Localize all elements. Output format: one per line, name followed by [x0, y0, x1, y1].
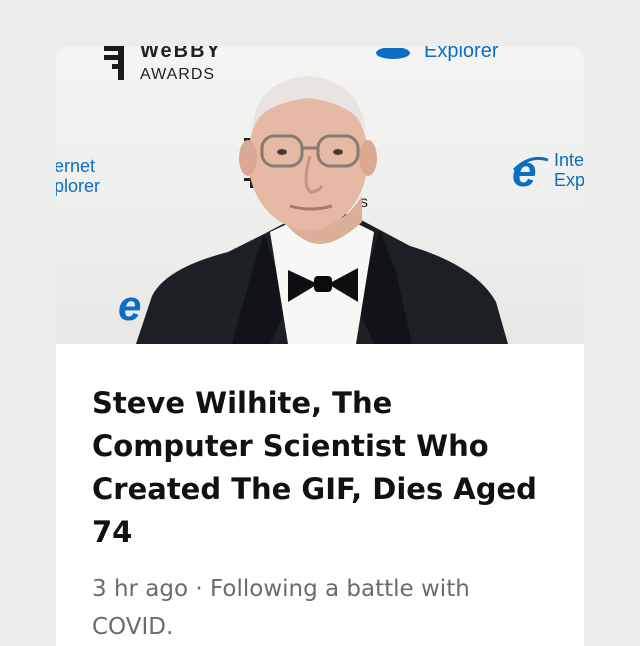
portrait-figure	[136, 76, 508, 344]
article-photo[interactable]: WeBBY AWARDS Explorer ernet plorer e Int…	[56, 46, 584, 344]
article-headline[interactable]: Steve Wilhite, The Computer Scientist Wh…	[92, 382, 548, 554]
article-meta: 3 hr ago · Following a battle with COVID…	[92, 576, 470, 640]
news-card[interactable]: WeBBY AWARDS Explorer ernet plorer e Int…	[56, 46, 584, 646]
article-body: Steve Wilhite, The Computer Scientist Wh…	[56, 344, 584, 646]
